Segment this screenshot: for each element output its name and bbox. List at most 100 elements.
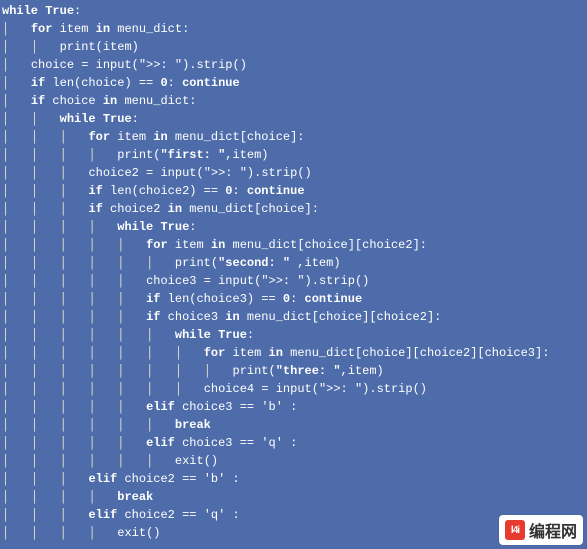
id-choice: choice [247,130,290,144]
id-input: input [96,58,132,72]
id-choice3: choice3 [196,292,246,306]
id-strip: strip [377,382,413,396]
id-choice2: choice2 [420,346,470,360]
id-choice2: choice2 [124,508,174,522]
id-choice2: choice2 [110,202,160,216]
kw-continue: continue [305,292,363,306]
id-menudict: menu_dict [233,238,298,252]
kw-elif: elif [146,400,175,414]
id-item: item [232,148,261,162]
id-print: print [233,364,269,378]
str-first: "first: " [160,148,225,162]
kw-elif: elif [88,472,117,486]
str-prompt: ">>: " [261,274,304,288]
id-input: input [276,382,312,396]
lit-true: True [218,328,247,342]
kw-if: if [88,202,102,216]
str-second: "second: " [218,256,290,270]
id-choice: choice [81,76,124,90]
id-choice2: choice2 [88,166,138,180]
id-choice2: choice2 [124,472,174,486]
id-len: len [110,184,132,198]
id-choice2: choice2 [139,184,189,198]
kw-continue: continue [247,184,305,198]
id-input: input [160,166,196,180]
lit-0: 0 [283,292,290,306]
lit-true: True [45,4,74,18]
kw-if: if [146,310,160,324]
id-input: input [218,274,254,288]
id-exit: exit [175,454,204,468]
id-menudict: menu_dict [175,130,240,144]
kw-if: if [31,94,45,108]
kw-break: break [117,490,153,504]
kw-in: in [269,346,283,360]
watermark: l4i 编程网 [499,515,583,545]
id-strip: strip [196,58,232,72]
id-choice3: choice3 [485,346,535,360]
lit-0: 0 [225,184,232,198]
id-choice: choice [305,238,348,252]
id-choice3: choice3 [182,400,232,414]
id-item: item [103,40,132,54]
id-item: item [117,130,146,144]
kw-break: break [175,418,211,432]
id-choice: choice [319,310,362,324]
id-len: len [168,292,190,306]
id-choice3: choice3 [182,436,232,450]
id-choice: choice [261,202,304,216]
kw-in: in [96,22,110,36]
id-item: item [233,346,262,360]
kw-if: if [31,76,45,90]
kw-for: for [31,22,53,36]
id-menudict: menu_dict [117,22,182,36]
id-choice2: choice2 [362,238,412,252]
id-item: item [348,364,377,378]
id-choice: choice [362,346,405,360]
id-print: print [117,148,153,162]
str-three: "three: " [276,364,341,378]
str-q: 'q' [261,436,283,450]
str-prompt: ">>: " [319,382,362,396]
kw-continue: continue [182,76,240,90]
kw-in: in [168,202,182,216]
id-item: item [60,22,89,36]
id-print: print [175,256,211,270]
code-block: while True: │ for item in menu_dict: │ │… [0,0,587,544]
lit-true: True [103,112,132,126]
watermark-logo-icon: l4i [505,520,525,540]
kw-while: while [2,4,38,18]
id-item: item [175,238,204,252]
id-choice4: choice4 [204,382,254,396]
id-choice3: choice3 [168,310,218,324]
watermark-text: 编程网 [529,518,577,542]
kw-in: in [153,130,167,144]
id-len: len [52,76,74,90]
id-menudict: menu_dict [189,202,254,216]
id-item: item [305,256,334,270]
id-exit: exit [117,526,146,540]
kw-in: in [225,310,239,324]
id-choice: choice [52,94,95,108]
kw-while: while [117,220,153,234]
id-strip: strip [261,166,297,180]
id-strip: strip [319,274,355,288]
id-choice2: choice2 [377,310,427,324]
kw-for: for [88,130,110,144]
id-choice3: choice3 [146,274,196,288]
id-menudict: menu_dict [124,94,189,108]
str-prompt: ">>: " [139,58,182,72]
kw-elif: elif [146,436,175,450]
kw-if: if [146,292,160,306]
kw-while: while [60,112,96,126]
str-prompt: ">>: " [204,166,247,180]
kw-while: while [175,328,211,342]
str-q: 'q' [204,508,226,522]
id-menudict: menu_dict [290,346,355,360]
id-menudict: menu_dict [247,310,312,324]
kw-for: for [204,346,226,360]
str-b: 'b' [261,400,283,414]
kw-elif: elif [88,508,117,522]
kw-in: in [211,238,225,252]
kw-for: for [146,238,168,252]
